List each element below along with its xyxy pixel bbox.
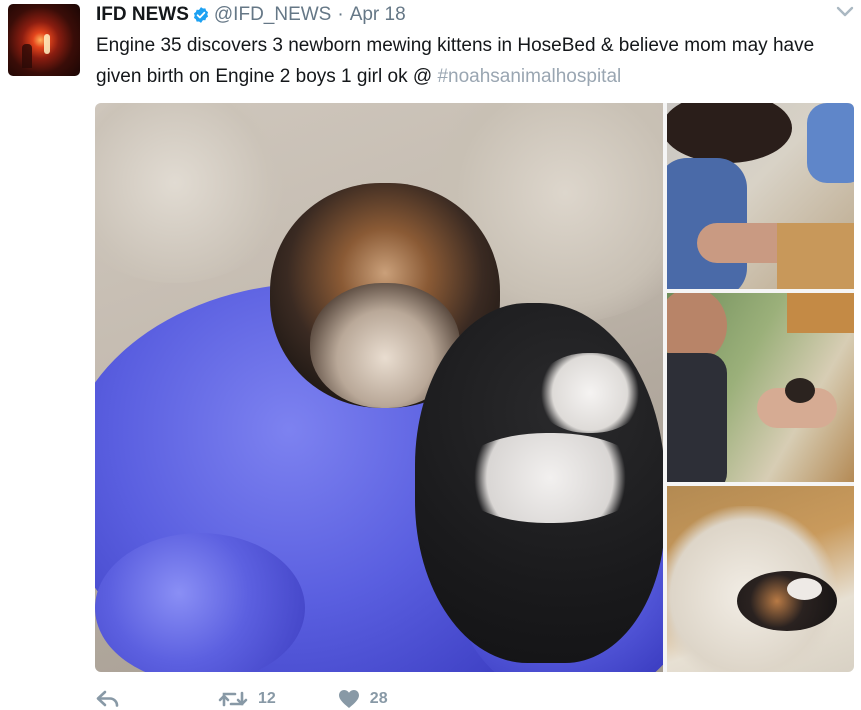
firefighter-shirt [667, 353, 727, 482]
like-button[interactable]: 28 [338, 689, 388, 709]
tweet-actions: 12 28 [96, 688, 388, 710]
kitten-white-patch [787, 578, 822, 600]
assistant-scrubs [807, 103, 854, 183]
photo-kittens-in-box[interactable] [667, 486, 854, 672]
hashtag-link[interactable]: #noahsanimalhospital [437, 66, 621, 87]
blue-glove-fingers [95, 533, 305, 672]
cabinet [787, 293, 854, 333]
photo-vet-feeding[interactable] [667, 103, 854, 289]
author-name[interactable]: IFD NEWS [96, 4, 189, 26]
author-handle[interactable]: @IFD_NEWS [214, 4, 331, 26]
tweet-text: Engine 35 discovers 3 newborn mewing kit… [96, 30, 852, 92]
box [777, 223, 854, 289]
like-count: 28 [369, 690, 388, 707]
main-photo-kittens[interactable] [95, 103, 663, 672]
avatar[interactable] [8, 4, 80, 76]
tweet-header: IFD NEWS @IFD_NEWS · Apr 18 [96, 3, 406, 27]
avatar-firefighter-silhouette [22, 44, 32, 68]
black-white-kitten-collar [455, 433, 645, 523]
tiny-kitten [785, 378, 815, 403]
reply-icon [96, 690, 119, 707]
retweet-button[interactable]: 12 [218, 690, 276, 708]
chevron-down-icon[interactable] [835, 4, 855, 20]
reply-button[interactable] [96, 690, 122, 708]
vet-hair [667, 103, 792, 163]
tweet-date[interactable]: Apr 18 [350, 4, 406, 26]
media-grid [95, 103, 854, 672]
retweet-icon [218, 691, 248, 707]
kittens-pile [737, 571, 837, 631]
header-separator: · [337, 4, 344, 25]
verified-badge-icon [193, 7, 208, 23]
heart-icon [338, 690, 359, 708]
black-white-kitten-ear [535, 353, 645, 433]
towel-fold [95, 103, 295, 283]
photo-firefighter-holding-kitten[interactable] [667, 293, 854, 482]
retweet-count: 12 [258, 690, 276, 707]
avatar-fire-glow [44, 34, 50, 54]
